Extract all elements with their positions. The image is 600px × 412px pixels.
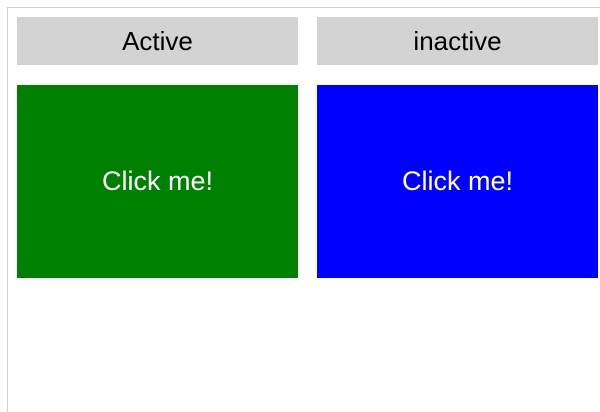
click-me-button-active[interactable]: Click me! — [17, 85, 298, 278]
tab-inactive[interactable]: inactive — [317, 17, 598, 65]
click-me-button-inactive[interactable]: Click me! — [317, 85, 598, 278]
click-me-label-inactive: Click me! — [401, 166, 513, 196]
click-me-label-active: Click me! — [101, 166, 213, 196]
tab-inactive-label: inactive — [413, 26, 502, 56]
active-column: Active Click me! — [17, 17, 298, 278]
tab-active[interactable]: Active — [17, 17, 298, 65]
tab-active-label: Active — [122, 26, 193, 56]
inactive-column: inactive Click me! — [317, 17, 598, 278]
